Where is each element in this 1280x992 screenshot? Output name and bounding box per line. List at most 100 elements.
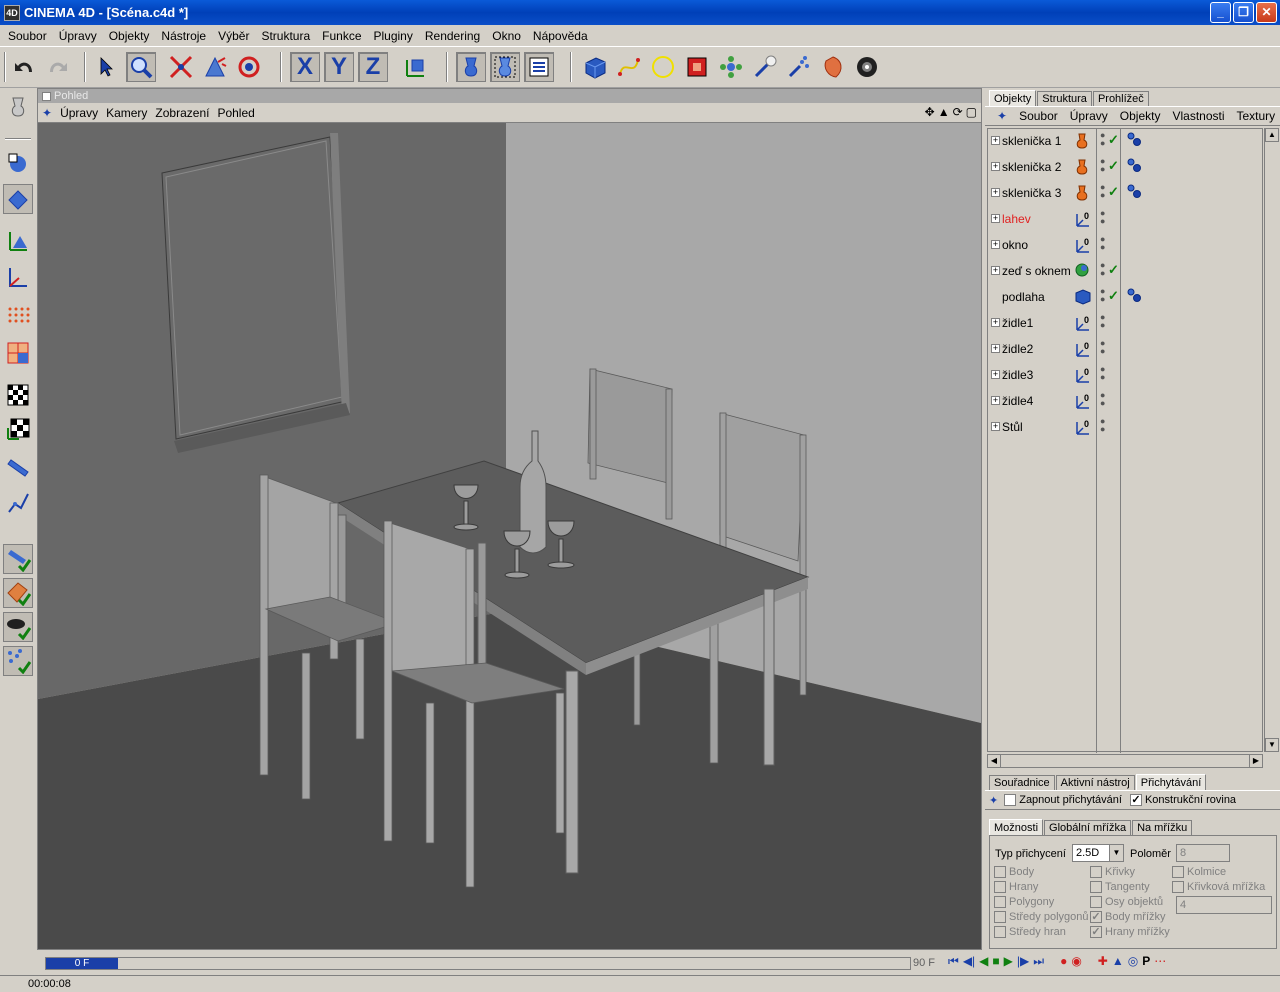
object-name[interactable]: sklenička 3 <box>1002 186 1061 200</box>
render-view-icon[interactable] <box>456 52 486 82</box>
object-name[interactable]: Stůl <box>1002 420 1023 434</box>
scene-objects-icon[interactable] <box>818 52 848 82</box>
move-tool-icon[interactable] <box>166 52 196 82</box>
snap-type-dropdown[interactable]: 2.5D ▼ <box>1072 844 1124 862</box>
axis-z-lock-button[interactable]: Z <box>358 52 388 82</box>
tab-prichytavani[interactable]: Přichytávání <box>1135 774 1207 790</box>
snap-option-checkbox[interactable] <box>1172 881 1184 894</box>
axis-mode-icon[interactable] <box>3 226 33 256</box>
cube-primitive-icon[interactable] <box>580 52 610 82</box>
spline-pen-icon[interactable] <box>614 52 644 82</box>
visibility-dots-icon[interactable]: ● ● <box>1100 235 1105 252</box>
goto-end-icon[interactable]: ⏭ <box>1033 954 1044 969</box>
snap-option-checkbox[interactable] <box>1090 881 1102 894</box>
select-arrow-icon[interactable] <box>92 52 122 82</box>
visibility-dots-icon[interactable]: ● ● <box>1100 157 1105 174</box>
point-level-icon[interactable]: ⋯ <box>1154 954 1166 969</box>
menu-funkce[interactable]: Funkce <box>316 29 367 43</box>
object-mode-icon[interactable] <box>3 148 33 178</box>
snap-option[interactable]: Osy objektů <box>1090 896 1163 909</box>
objects-menu-objekty[interactable]: Objekty <box>1114 109 1167 123</box>
snap-option[interactable]: ✓ Hrany mřížky <box>1090 926 1170 939</box>
snap-option[interactable]: ✓ Body mřížky <box>1090 911 1166 924</box>
object-name[interactable]: zeď s oknem <box>1002 264 1071 278</box>
expand-icon[interactable]: + <box>991 136 1000 145</box>
enabled-check-icon[interactable]: ✓ <box>1108 184 1119 200</box>
circle-spline-icon[interactable] <box>648 52 678 82</box>
position-track-icon[interactable]: ✚ <box>1098 954 1108 969</box>
animate-parameters-icon[interactable] <box>3 646 33 676</box>
animate-scale-icon[interactable] <box>3 578 33 608</box>
tab-moznosti[interactable]: Možnosti <box>989 819 1044 835</box>
animate-rotation-icon[interactable] <box>3 612 33 642</box>
parameter-track-icon[interactable]: P <box>1142 954 1150 969</box>
model-mode-icon[interactable] <box>3 92 33 122</box>
object-list-vscrollbar[interactable]: ▲ ▼ <box>1264 128 1279 752</box>
snap-option[interactable]: Středy polygonů <box>994 911 1089 924</box>
minimize-button[interactable]: _ <box>1210 2 1231 23</box>
texture-tag-icon[interactable] <box>1126 132 1142 149</box>
objects-menu-vlastnosti[interactable]: Vlastnosti <box>1166 109 1230 123</box>
redo-icon[interactable] <box>42 52 72 82</box>
objects-menu-soubor[interactable]: Soubor <box>1013 109 1064 123</box>
snap-option[interactable]: Středy hran <box>994 926 1066 939</box>
rotate-icon[interactable]: ⟳ <box>953 105 963 119</box>
scale-track-icon[interactable]: ▲ <box>1112 954 1124 969</box>
visibility-dots-icon[interactable]: ● ● <box>1100 131 1105 148</box>
timeline-keys-icon[interactable] <box>3 454 33 484</box>
object-row[interactable]: + židle4 0 ● ● <box>988 389 1264 415</box>
rotation-track-icon[interactable]: ◎ <box>1128 954 1138 969</box>
nurbs-icon[interactable] <box>682 52 712 82</box>
object-row[interactable]: + sklenička 2 ● ● ✓ <box>988 155 1264 181</box>
expand-icon[interactable]: + <box>991 188 1000 197</box>
visibility-dots-icon[interactable]: ● ● <box>1100 391 1105 408</box>
enabled-check-icon[interactable]: ✓ <box>1108 262 1119 278</box>
object-row[interactable]: + zeď s oknem ● ● ✓ <box>988 259 1264 285</box>
snap-option-checkbox[interactable]: ✓ <box>1090 926 1102 939</box>
stop-icon[interactable]: ■ <box>992 954 999 969</box>
expand-icon[interactable]: + <box>991 240 1000 249</box>
record-icon[interactable]: ● <box>1060 954 1067 969</box>
points-mode-icon[interactable] <box>3 302 33 332</box>
tab-souradnice[interactable]: Souřadnice <box>989 775 1055 790</box>
expand-icon[interactable]: + <box>991 396 1000 405</box>
snap-option[interactable]: Body <box>994 866 1034 879</box>
menu-napoveda[interactable]: Nápověda <box>527 29 594 43</box>
object-name[interactable]: podlaha <box>1002 290 1045 304</box>
radius-input[interactable]: 8 <box>1176 844 1230 862</box>
texture-tag-icon[interactable] <box>1126 288 1142 305</box>
snap-option-checkbox[interactable] <box>994 911 1006 924</box>
object-name[interactable]: židle2 <box>1002 342 1033 356</box>
animation-path-icon[interactable] <box>3 488 33 518</box>
deformer-icon[interactable] <box>750 52 780 82</box>
snap-option[interactable]: Křivky <box>1090 866 1135 879</box>
snap-option-checkbox[interactable] <box>994 896 1006 909</box>
texture-mode-icon[interactable] <box>3 184 33 214</box>
object-name[interactable]: sklenička 2 <box>1002 160 1061 174</box>
menu-struktura[interactable]: Struktura <box>255 29 316 43</box>
object-row[interactable]: + sklenička 3 ● ● ✓ <box>988 181 1264 207</box>
expand-icon[interactable]: + <box>991 318 1000 327</box>
visibility-dots-icon[interactable]: ● ● <box>1100 339 1105 356</box>
scroll-right-button[interactable]: ▶ <box>1249 754 1263 768</box>
snap-option-checkbox[interactable] <box>994 866 1006 879</box>
texture-tag-icon[interactable] <box>1126 158 1142 175</box>
menu-nastroje[interactable]: Nástroje <box>155 29 212 43</box>
object-row[interactable]: + lahev 0 ● ● <box>988 207 1264 233</box>
window-object[interactable] <box>161 133 350 453</box>
viewport-menu-upravy[interactable]: Úpravy <box>60 106 106 120</box>
rotate-tool-icon[interactable] <box>234 52 264 82</box>
expand-icon[interactable]: + <box>991 344 1000 353</box>
visibility-dots-icon[interactable]: ● ● <box>1100 209 1105 226</box>
viewport-menu-kamery[interactable]: Kamery <box>106 106 155 120</box>
3d-scene[interactable] <box>38 123 981 949</box>
object-name[interactable]: okno <box>1002 238 1028 252</box>
snap-option[interactable]: Polygony <box>994 896 1054 909</box>
autokey-icon[interactable]: ◉ <box>1071 954 1081 969</box>
menu-objekty[interactable]: Objekty <box>103 29 156 43</box>
construction-plane-checkbox[interactable]: ✓ <box>1129 794 1142 806</box>
object-row[interactable]: + Stůl 0 ● ● <box>988 415 1264 441</box>
attributes-menu-icon[interactable]: ✦ <box>989 794 998 807</box>
expand-icon[interactable]: + <box>991 162 1000 171</box>
visibility-dots-icon[interactable]: ● ● <box>1100 365 1105 382</box>
